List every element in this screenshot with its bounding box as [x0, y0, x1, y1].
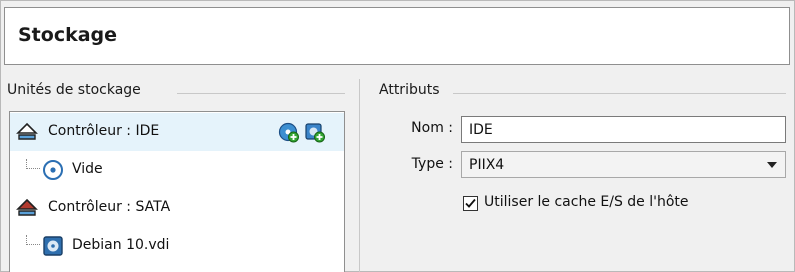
storage-units-legend: Unités de stockage — [7, 82, 145, 98]
sata-controller-icon — [16, 198, 38, 216]
hard-disk-icon — [43, 236, 63, 256]
tree-branch-line — [26, 159, 40, 169]
storage-settings-panel: Stockage Unités de stockage Contrôleur :… — [0, 0, 795, 272]
tree-branch-line — [26, 235, 40, 245]
storage-tree[interactable]: Contrôleur : IDE Vide Contrôleur: SATA … — [9, 111, 345, 272]
tree-item-empty-drive[interactable]: Vide — [10, 151, 344, 189]
name-field[interactable] — [461, 116, 786, 143]
section-header: Stockage — [4, 7, 790, 65]
tree-item-hard-disk[interactable]: Debian 10.vdi — [10, 227, 344, 265]
tree-item-label: Vide — [72, 161, 103, 177]
host-cache-label[interactable]: Utiliser le cache E/S de l'hôte — [484, 194, 689, 210]
optical-disc-icon — [43, 160, 63, 180]
add-hard-disk-icon[interactable] — [304, 121, 326, 143]
add-optical-drive-icon[interactable] — [278, 121, 300, 143]
tree-item-sata-controller[interactable]: Contrôleur : SATA — [10, 189, 344, 227]
tree-item-ide-controller[interactable]: Contrôleur : IDE — [10, 113, 344, 151]
host-cache-checkbox[interactable] — [463, 196, 478, 211]
name-label: Nom : — [411, 120, 453, 136]
panel-splitter[interactable] — [359, 79, 360, 272]
tree-item-label: Contrôleur : IDE — [48, 123, 160, 139]
tree-item-label: Debian 10.vdi — [72, 237, 170, 253]
checkmark-icon — [465, 198, 476, 208]
type-select-value: PIIX4 — [469, 157, 505, 173]
page-title: Stockage — [18, 24, 118, 46]
storage-units-divider — [177, 93, 345, 94]
chevron-down-icon — [767, 162, 777, 168]
tree-item-label: Contrôleur : SATA — [48, 199, 171, 215]
type-select[interactable]: PIIX4 — [461, 151, 786, 178]
attributes-legend: Attributs — [379, 82, 444, 98]
ide-controller-icon — [16, 122, 38, 140]
attributes-divider — [453, 93, 786, 94]
type-label: Type : — [411, 156, 453, 172]
